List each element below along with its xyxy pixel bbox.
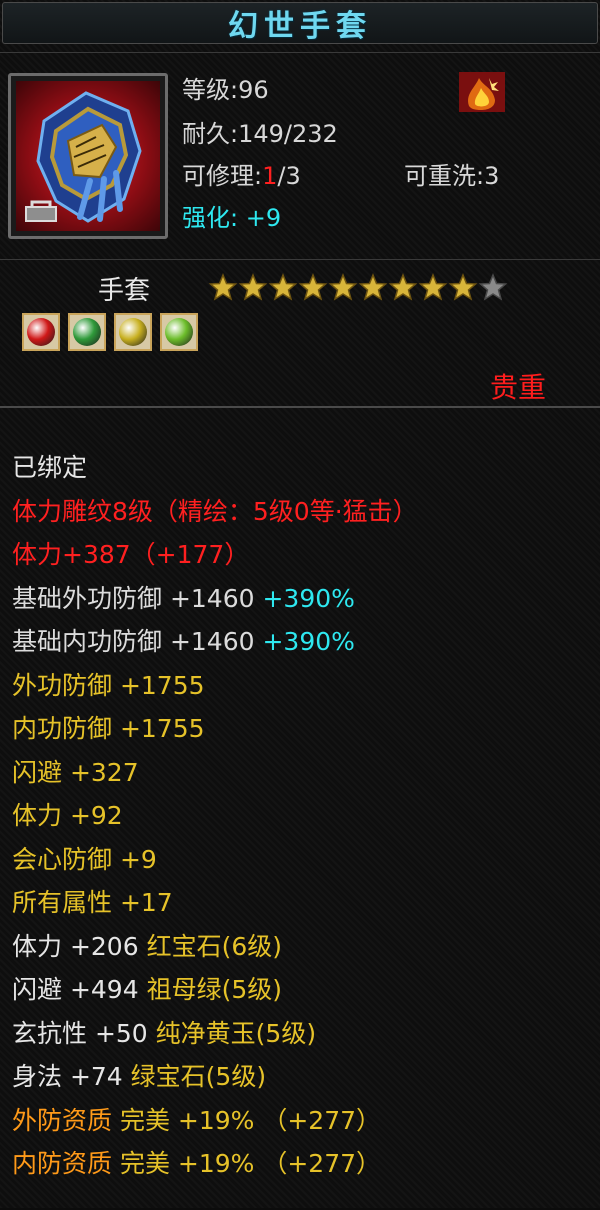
star-filled-icon [448,273,478,301]
repair-label: 可修理: [182,162,263,190]
attribute-line: 外防资质 完美 +19% （+277） [12,1099,418,1143]
star-filled-icon [208,273,238,301]
star-rating [208,273,508,301]
attribute-line: 身法 +74 绿宝石(5级) [12,1055,418,1099]
green-sapphire-gem-icon [165,318,193,346]
attribute-text: 基础外功防御 +1460 [12,583,263,613]
star-filled-icon [298,273,328,301]
gauntlet-icon [16,81,160,231]
ruby-gem-icon [27,318,55,346]
title-bar: 幻世手套 [2,2,598,44]
attribute-text: +390% [262,627,355,656]
rewash-value: 3 [484,162,500,190]
attribute-line: 会心防御 +9 [12,838,418,882]
attribute-line: 闪避 +327 [12,751,418,795]
attribute-text: 内功防御 +1755 [12,714,205,743]
attribute-text: 基础内功防御 +1460 [12,627,263,656]
attribute-text: 闪避 +494 [12,975,147,1004]
attribute-text: 体力 +92 [12,801,123,830]
attribute-text: 祖母绿(5级) [146,975,282,1004]
attribute-text: 完美 +19% （+277） [119,1149,382,1178]
attribute-text: 身法 +74 [12,1062,131,1091]
attribute-list: 已绑定体力雕纹8级（精绘：5级0等·猛击） 体力+387（+177） 基础外功防御 … [12,446,418,1186]
attribute-text: 外防资质 [12,1105,120,1135]
level-value: 96 [238,76,269,104]
item-name: 幻世手套 [228,9,372,44]
durability-label: 耐久: [182,120,239,148]
attribute-line: 体力 +92 [12,794,418,838]
item-type: 手套 [98,276,151,306]
enhance-line: 强化: +9 [182,203,281,233]
attribute-text: 体力 +206 [12,931,147,961]
attribute-text: 所有属性 +17 [12,888,173,917]
attribute-line: 体力 +206 红宝石(6级) [12,925,418,969]
star-filled-icon [388,273,418,301]
lock-icon [24,197,58,223]
item-header-panel: 等级:96 耐久:149/232 可修理:1/3 可重洗:3 强化: +9 [0,52,600,260]
attribute-text: 外功防御 +1755 [12,670,205,700]
durability-value: 149/232 [238,120,338,148]
rewash-line: 可重洗:3 [404,161,499,191]
repair-current: 1 [262,162,278,190]
emerald-gem-icon [73,318,101,346]
star-empty-icon [478,273,508,301]
quality-label: 贵重 [490,371,547,404]
repair-max: /3 [277,162,301,190]
enhance-label: 强化: [182,204,239,232]
attribute-text: 会心防御 +9 [12,844,157,874]
star-filled-icon [358,273,388,301]
enhance-value: +9 [245,204,282,232]
gem-socket[interactable] [68,313,106,351]
star-filled-icon [328,273,358,301]
attribute-line: 所有属性 +17 [12,881,418,925]
yellow-jade-gem-icon [119,318,147,346]
attribute-text: +390% [262,583,355,613]
attribute-panel: 已绑定体力雕纹8级（精绘：5级0等·猛击） 体力+387（+177） 基础外功防御 … [0,406,600,1210]
attribute-line: 外功防御 +1755 [12,664,418,708]
attribute-line: 内防资质 完美 +19% （+277） [12,1142,418,1186]
attribute-line: 玄抗性 +50 纯净黄玉(5级) [12,1012,418,1056]
attribute-text: 体力雕纹8级（精绘：5级0等·猛击） [12,496,418,526]
attribute-text: 玄抗性 +50 [12,1018,156,1048]
flame-class-icon [459,72,505,112]
attribute-line: 体力雕纹8级（精绘：5级0等·猛击） [12,490,418,534]
repair-line: 可修理:1/3 [182,161,301,191]
star-filled-icon [418,273,448,301]
gem-sockets [22,313,198,351]
attribute-line: 基础内功防御 +1460 +390% [12,620,418,664]
attribute-line: 基础外功防御 +1460 +390% [12,577,418,621]
attribute-line: 体力+387（+177） [12,533,418,577]
attribute-text: 纯净黄玉(5级) [155,1018,317,1048]
attribute-text: 体力+387（+177） [12,540,250,569]
level-label: 等级: [182,76,239,104]
item-icon-frame[interactable] [8,73,168,239]
attribute-text: 内防资质 [12,1149,120,1178]
gem-socket[interactable] [22,313,60,351]
attribute-line: 已绑定 [12,446,418,490]
attribute-line: 内功防御 +1755 [12,707,418,751]
attribute-text: 已绑定 [12,453,88,482]
gem-socket[interactable] [160,313,198,351]
attribute-text: 红宝石(6级) [146,931,282,961]
gem-socket[interactable] [114,313,152,351]
attribute-line: 闪避 +494 祖母绿(5级) [12,968,418,1012]
attribute-text: 绿宝石(5级) [130,1062,267,1091]
star-filled-icon [268,273,298,301]
durability-line: 耐久:149/232 [182,119,338,149]
level-line: 等级:96 [182,75,269,105]
item-tooltip: 幻世手套 等级:96 耐久:149/232 可修理:1/3 可重洗:3 强化: … [0,0,600,1208]
rewash-label: 可重洗: [404,162,485,190]
attribute-text: 完美 +19% （+277） [119,1105,382,1135]
attribute-text: 闪避 +327 [12,757,139,787]
star-filled-icon [238,273,268,301]
